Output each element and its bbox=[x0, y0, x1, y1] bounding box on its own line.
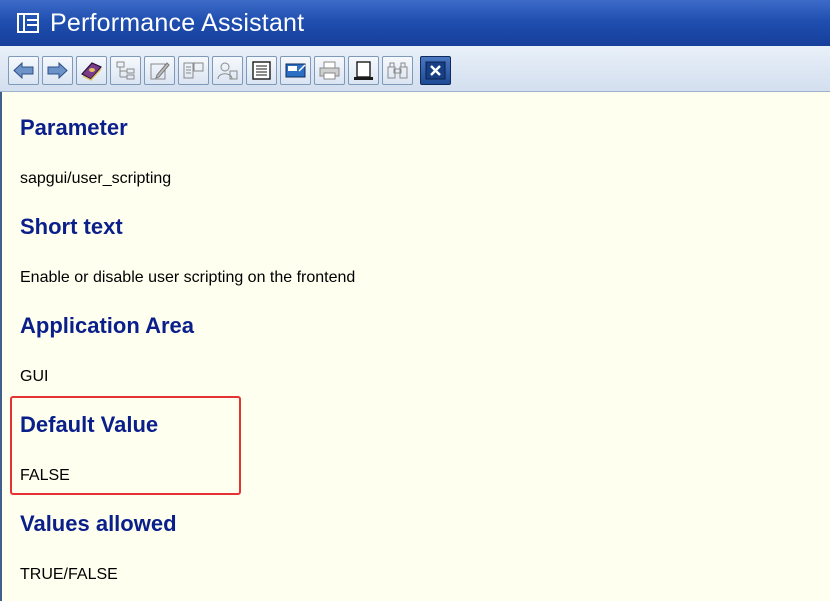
highlight-box bbox=[10, 396, 241, 495]
section-value-application-area: GUI bbox=[20, 368, 49, 385]
edit-note-button[interactable] bbox=[144, 56, 175, 85]
forward-arrow-icon bbox=[47, 61, 68, 80]
window-title: Performance Assistant bbox=[50, 8, 305, 37]
list-icon bbox=[252, 61, 271, 80]
section-heading-parameter: Parameter bbox=[20, 115, 128, 140]
content-area: Parameter sapgui/user_scripting Short te… bbox=[0, 92, 830, 601]
section-heading-values-allowed: Values allowed bbox=[20, 511, 177, 536]
help-book-icon bbox=[81, 62, 102, 81]
page-icon bbox=[354, 61, 373, 80]
glossary-icon bbox=[183, 62, 204, 79]
edit-note-icon bbox=[150, 62, 170, 80]
section-heading-application-area: Application Area bbox=[20, 313, 194, 338]
section-value-parameter: sapgui/user_scripting bbox=[20, 170, 172, 187]
user-note-icon bbox=[217, 62, 238, 80]
back-arrow-icon bbox=[13, 61, 34, 80]
window-menu-icon[interactable] bbox=[14, 9, 42, 37]
hierarchy-button[interactable] bbox=[110, 56, 141, 85]
find-button[interactable] bbox=[382, 56, 413, 85]
technical-info-icon bbox=[285, 63, 306, 78]
print-icon bbox=[319, 61, 340, 80]
hierarchy-icon bbox=[116, 61, 135, 80]
forward-button[interactable] bbox=[42, 56, 73, 85]
help-book-button[interactable] bbox=[76, 56, 107, 85]
back-button[interactable] bbox=[8, 56, 39, 85]
close-icon bbox=[425, 61, 446, 80]
glossary-button[interactable] bbox=[178, 56, 209, 85]
list-button[interactable] bbox=[246, 56, 277, 85]
title-bar: Performance Assistant bbox=[0, 0, 830, 46]
toolbar bbox=[0, 46, 830, 145]
technical-info-button[interactable] bbox=[280, 56, 311, 85]
page-button[interactable] bbox=[348, 56, 379, 85]
section-value-values-allowed: TRUE/FALSE bbox=[20, 566, 118, 583]
print-button[interactable] bbox=[314, 56, 345, 85]
section-heading-short-text: Short text bbox=[20, 214, 123, 239]
user-note-button[interactable] bbox=[212, 56, 243, 85]
close-button[interactable] bbox=[420, 56, 451, 85]
section-value-short-text: Enable or disable user scripting on the … bbox=[20, 269, 356, 286]
binoculars-icon bbox=[387, 62, 408, 79]
